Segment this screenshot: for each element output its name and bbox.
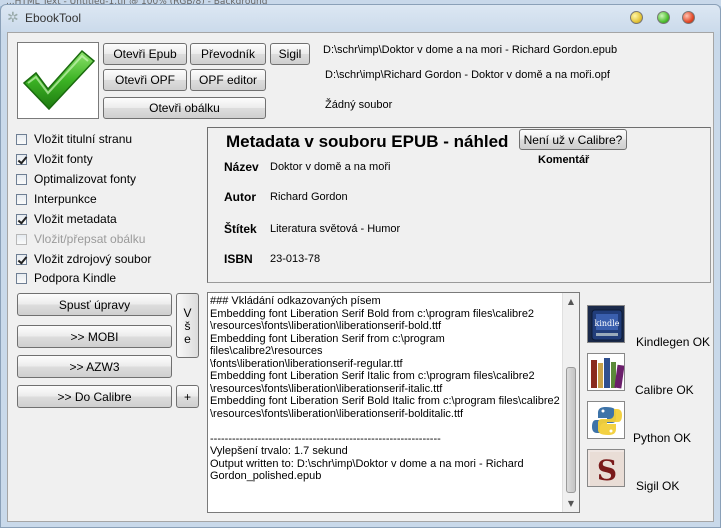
opf-path: D:\schr\imp\Richard Gordon - Doktor v do… [325,69,610,81]
log-output[interactable]: ### Vkládání odkazovaných písem Embeddin… [207,292,580,513]
option-checkbox[interactable] [16,213,27,225]
minimize-button[interactable] [630,11,643,24]
option-row[interactable]: Optimalizovat fonty [16,171,136,187]
option-row[interactable]: Podpora Kindle [16,270,116,286]
metadata-key: Autor [224,190,256,204]
svg-text:S: S [597,454,617,487]
main-panel: Otevři Epub Převodník Sigil Otevři OPF O… [7,32,714,522]
option-checkbox[interactable] [16,133,27,145]
option-row: Vložit/přepsat obálku [16,231,145,247]
option-checkbox[interactable] [16,153,27,165]
not-in-calibre-button[interactable]: Není už v Calibre? [519,129,627,150]
sigil-status: Sigil OK [636,479,680,493]
metadata-key: Název [224,160,259,174]
metadata-key: Štítek [224,222,257,236]
calibre-books-icon [587,353,625,391]
sigil-button[interactable]: Sigil [270,43,310,65]
option-row[interactable]: Vložit fonty [16,151,93,167]
option-row[interactable]: Vložit titulní stranu [16,131,132,147]
svg-text:kindle: kindle [595,319,620,328]
option-checkbox[interactable] [16,173,27,185]
ebooktool-window: ✲ EbookTool Otevři Epub Převodník Sigil [0,4,721,528]
option-label: Interpunkce [34,192,97,206]
option-label: Vložit/přepsat obálku [34,232,146,246]
calibre-status: Calibre OK [635,383,694,397]
scroll-up-arrow-icon[interactable]: ▲ [563,293,579,310]
open-opf-button[interactable]: Otevři OPF [103,69,187,91]
metadata-value: Literatura světová - Humor [270,223,401,235]
kindlegen-status: Kindlegen OK [636,335,711,349]
option-checkbox [16,233,27,245]
to-mobi-button[interactable]: >> MOBI [17,325,172,348]
maximize-button[interactable] [657,11,670,24]
plus-button[interactable]: + [176,385,199,408]
metadata-preview-panel: Metadata v souboru EPUB - náhled Není už… [207,127,711,283]
kindle-icon: kindle [587,305,625,343]
metadata-heading: Metadata v souboru EPUB - náhled [226,132,509,151]
option-checkbox[interactable] [16,272,27,284]
option-checkbox[interactable] [16,193,27,205]
option-label: Podpora Kindle [34,271,117,285]
open-epub-button[interactable]: Otevři Epub [103,43,187,65]
all-button[interactable]: V š e [176,293,199,358]
to-calibre-button[interactable]: >> Do Calibre [17,385,172,408]
status-check-panel [17,42,99,119]
sigil-icon: S [587,449,625,487]
option-row[interactable]: Vložit metadata [16,211,117,227]
python-icon [587,401,625,439]
option-label: Vložit fonty [34,152,93,166]
all-button-label: V š e [183,306,192,346]
scroll-thumb[interactable] [566,367,576,493]
metadata-value: 23-013-78 [270,253,321,265]
metadata-value: Doktor v domě a na moři [270,161,391,173]
option-row[interactable]: Vložit zdrojový soubor [16,251,151,267]
window-title: EbookTool [25,11,82,25]
option-checkbox[interactable] [16,253,27,265]
green-checkmark-icon [22,49,96,111]
opf-editor-button[interactable]: OPF editor [190,69,266,91]
option-label: Vložit zdrojový soubor [34,252,152,266]
metadata-value: Richard Gordon [270,191,348,203]
scroll-down-arrow-icon[interactable]: ▼ [563,495,579,512]
option-row[interactable]: Interpunkce [16,191,97,207]
to-azw3-button[interactable]: >> AZW3 [17,355,172,378]
option-label: Optimalizovat fonty [34,172,137,186]
log-text: ### Vkládání odkazovaných písem Embeddin… [210,295,560,482]
comment-label: Komentář [538,154,590,166]
converter-button[interactable]: Převodník [190,43,266,65]
close-button[interactable] [682,11,695,24]
title-bar[interactable]: ✲ EbookTool [1,5,720,31]
python-status: Python OK [633,431,692,445]
open-cover-button[interactable]: Otevři obálku [103,97,266,119]
epub-path: D:\schr\imp\Doktor v dome a na mori - Ri… [323,44,618,56]
app-icon: ✲ [7,10,19,26]
option-label: Vložit titulní stranu [34,132,133,146]
option-label: Vložit metadata [34,212,117,226]
metadata-key: ISBN [224,252,253,266]
cover-path: Žádný soubor [325,99,393,111]
run-edits-button[interactable]: Spusť úpravy [17,293,172,316]
log-scrollbar[interactable]: ▲ ▼ [562,293,579,512]
